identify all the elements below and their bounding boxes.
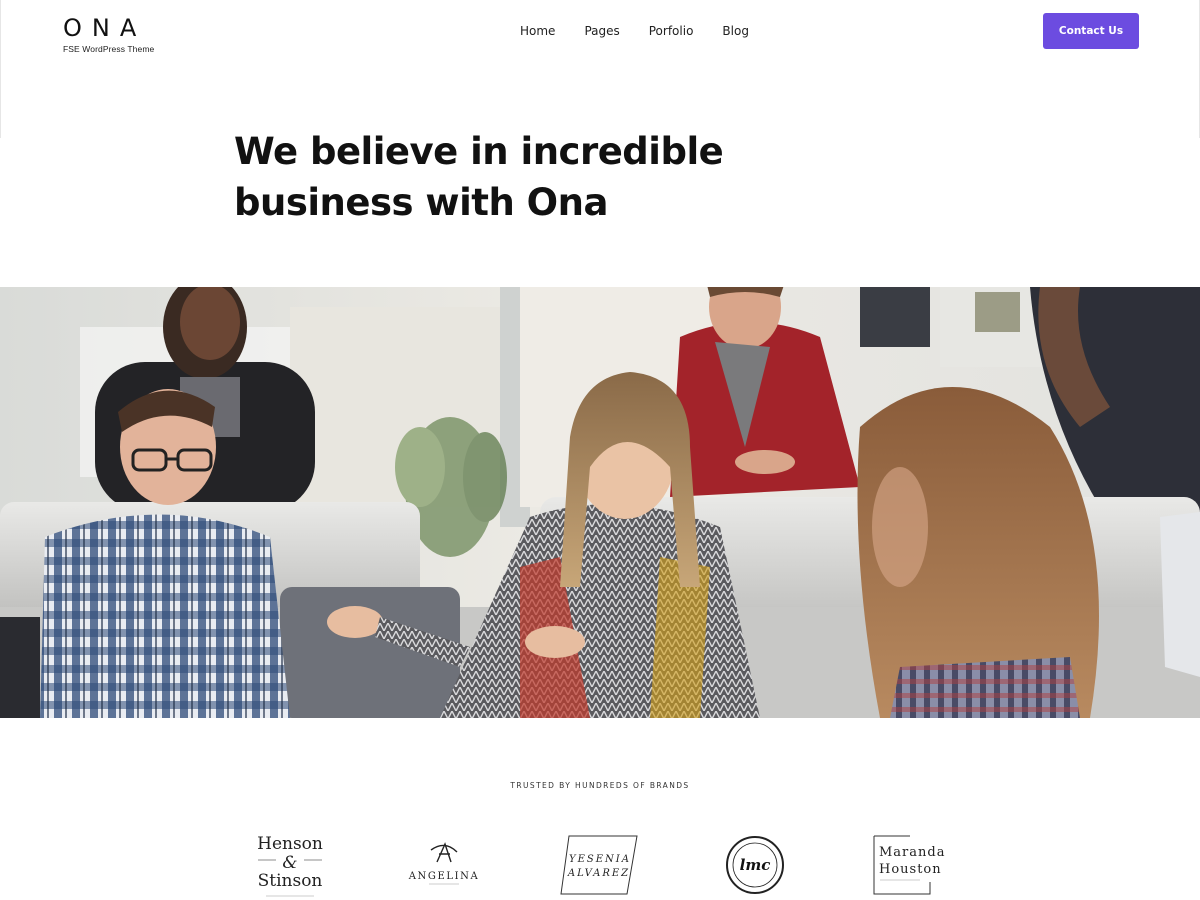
henson-text: Henson xyxy=(257,834,323,854)
hero-title-line1: We believe in incredible xyxy=(234,130,724,173)
logo-tagline: FSE WordPress Theme xyxy=(63,44,155,54)
brand-maranda-houston-logo: Maranda Houston xyxy=(872,830,956,900)
main-nav: Home Pages Porfolio Blog xyxy=(520,23,778,39)
contact-us-button[interactable]: Contact Us xyxy=(1043,13,1139,49)
logo-wordmark: ONA xyxy=(63,14,147,42)
alvarez-text: ALVAREZ xyxy=(567,868,630,879)
yesenia-text: YESENIA xyxy=(569,854,631,865)
angelina-text: ANGELINA xyxy=(408,871,480,882)
trusted-heading: TRUSTED BY HUNDREDS OF BRANDS xyxy=(510,781,690,790)
nav-blog[interactable]: Blog xyxy=(722,23,749,39)
brand-lmc-logo: lmc xyxy=(724,830,786,900)
site-logo[interactable]: ONA FSE WordPress Theme xyxy=(63,14,154,54)
houston-text: Houston xyxy=(879,862,942,877)
nav-home[interactable]: Home xyxy=(520,23,555,39)
brand-logos: Henson & Stinson ANGELINA YESENIA ALVARE… xyxy=(0,830,1200,900)
stinson-text: Stinson xyxy=(258,871,323,891)
hero-title-line2: business with Ona xyxy=(234,181,608,224)
brand-yesenia-alvarez-logo: YESENIA ALVAREZ xyxy=(559,830,643,900)
lmc-text: lmc xyxy=(740,856,771,874)
nav-portfolio[interactable]: Porfolio xyxy=(649,23,694,39)
header-left-rule xyxy=(0,0,1,138)
ampersand-text: & xyxy=(282,853,297,873)
brand-angelina-logo: ANGELINA xyxy=(403,830,485,900)
office-meeting-photo xyxy=(0,287,1200,718)
nav-pages[interactable]: Pages xyxy=(584,23,619,39)
maranda-text: Maranda xyxy=(879,845,945,860)
brand-henson-stinson-logo: Henson & Stinson xyxy=(252,830,328,900)
hero-title: We believe in incredible business with O… xyxy=(234,126,854,228)
hero-image xyxy=(0,287,1200,718)
